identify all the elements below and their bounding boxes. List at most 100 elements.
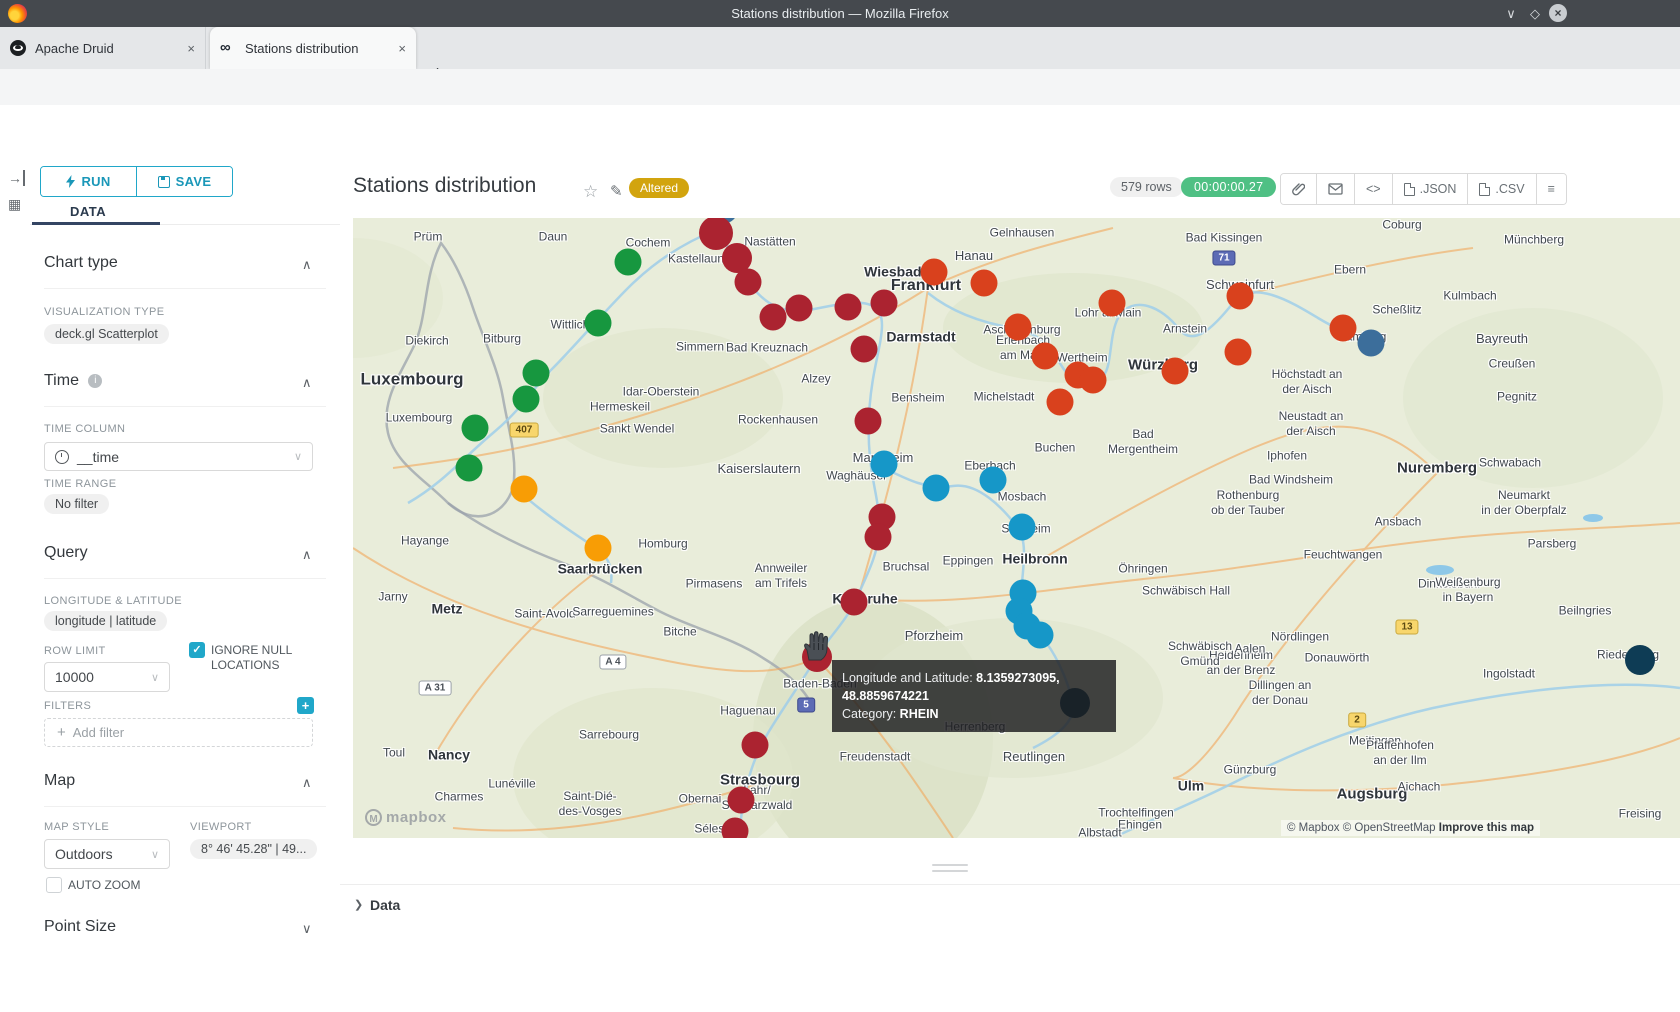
map-data-point[interactable] [923,475,950,502]
map-data-point[interactable] [855,408,882,435]
map-city-label: Saarbrücken [558,560,643,578]
row-limit-select[interactable]: 10000 ∨ [44,662,170,692]
map-data-point[interactable] [1032,343,1059,370]
window-restore-icon[interactable]: ◇ [1524,0,1546,27]
time-range-value[interactable]: No filter [44,494,109,514]
map-data-point[interactable] [1099,290,1126,317]
map-data-point[interactable] [980,467,1007,494]
map-data-point[interactable] [1330,315,1357,342]
map-data-point[interactable] [835,294,862,321]
add-filter-plus-button[interactable]: + [297,697,314,714]
email-button[interactable] [1316,174,1354,204]
ignore-null-checkbox[interactable]: ✓ [189,642,205,658]
map-data-point[interactable] [735,269,762,296]
map-data-point[interactable] [513,386,540,413]
map-data-point[interactable] [1225,339,1252,366]
tab-apache-druid[interactable]: Apache Druid × [0,27,206,69]
add-filter-box[interactable]: + Add filter [44,718,313,747]
tab-close-icon[interactable]: × [398,41,406,56]
window-close-icon[interactable]: × [1549,4,1567,22]
map-data-point[interactable] [1625,645,1655,675]
browser-urlbar: ← → ↻ 172.18.0.4:32251/superset/explore/… [0,69,1680,106]
map-data-point[interactable] [742,732,769,759]
embed-code-button[interactable]: <> [1354,174,1392,204]
control-panel: RUN SAVE DATA Chart type ∧ VISUALIZATION… [30,158,341,1012]
map-data-point[interactable] [1358,330,1385,357]
section-query[interactable]: Query [44,544,88,562]
map-data-point[interactable] [871,290,898,317]
chevron-down-icon[interactable]: ∨ [302,921,312,937]
lonlat-value[interactable]: longitude | latitude [44,611,167,631]
map-data-point[interactable] [851,336,878,363]
map-data-point[interactable] [462,415,489,442]
more-options-button[interactable]: ≡ [1536,174,1566,204]
row-limit-label: ROW LIMIT [44,645,106,657]
viz-type-value[interactable]: deck.gl Scatterplot [44,324,169,344]
copy-link-button[interactable] [1281,174,1316,204]
map-data-point[interactable] [511,476,538,503]
map-city-label: Toul [383,746,405,761]
panel-resize-handle[interactable] [932,864,968,876]
map-data-point[interactable] [728,787,755,814]
section-map[interactable]: Map [44,772,75,790]
dataset-grid-icon[interactable]: ▦ [8,196,21,213]
superset-favicon: ∞ [220,40,236,56]
save-button[interactable]: SAVE [136,167,232,196]
export-json-button[interactable]: .JSON [1392,174,1468,204]
map-city-label: Annweiler am Trifels [755,561,808,591]
map-data-point[interactable] [971,270,998,297]
edit-title-icon[interactable]: ✎ [610,182,623,200]
chevron-up-icon[interactable]: ∧ [302,375,312,391]
map-data-point[interactable] [865,524,892,551]
chevron-up-icon[interactable]: ∧ [302,775,312,791]
map-data-point[interactable] [871,451,898,478]
expand-panel-icon[interactable]: →​ [8,170,25,186]
tab-stations-distribution[interactable]: ∞ Stations distribution × [210,27,416,69]
map-data-point[interactable] [760,304,787,331]
map-city-label: Ebern [1334,263,1366,278]
data-results-panel[interactable]: ❯ Data [340,884,1680,925]
improve-map-link[interactable]: Improve this map [1439,822,1534,834]
favorite-star-icon[interactable]: ☆ [583,182,598,202]
map-data-point[interactable] [786,295,813,322]
map-city-label: Öhringen [1118,562,1167,577]
deckgl-map[interactable]: PrümDaunCochemKastellaunNastättenWiesbad… [353,218,1680,838]
chevron-up-icon[interactable]: ∧ [302,257,312,273]
map-data-point[interactable] [1005,314,1032,341]
map-city-label: Reutlingen [1003,749,1065,765]
info-icon: i [88,374,102,388]
map-city-label: Günzburg [1224,763,1277,778]
export-csv-button[interactable]: .CSV [1467,174,1535,204]
section-point-size[interactable]: Point Size [44,918,116,936]
map-data-point[interactable] [1227,283,1254,310]
map-data-point[interactable] [1162,358,1189,385]
map-data-point[interactable] [1047,389,1074,416]
map-data-point[interactable] [921,259,948,286]
mapbox-logo[interactable]: Mmapbox [365,809,447,826]
time-column-select[interactable]: __time ∨ [44,442,313,471]
tab-close-icon[interactable]: × [187,41,195,56]
map-data-point[interactable] [523,360,550,387]
map-data-point[interactable] [1027,622,1054,649]
tab-data[interactable]: DATA [70,204,106,219]
chart-area: Stations distribution ☆ ✎ Altered 579 ro… [340,158,1680,1012]
chevron-up-icon[interactable]: ∧ [302,547,312,563]
map-data-point[interactable] [585,535,612,562]
map-data-point[interactable] [1080,367,1107,394]
map-style-select[interactable]: Outdoors ∨ [44,839,170,869]
map-data-point[interactable] [585,310,612,337]
map-data-point[interactable] [456,455,483,482]
section-chart-type[interactable]: Chart type [44,254,118,272]
map-data-point[interactable] [722,818,749,839]
map-data-point[interactable] [615,249,642,276]
auto-zoom-checkbox[interactable] [46,877,62,893]
data-panel-label: Data [370,897,400,913]
window-menu-caret-icon[interactable]: ∨ [1500,0,1522,27]
section-time[interactable]: Time i [44,372,102,390]
map-data-point[interactable] [1009,514,1036,541]
map-data-point[interactable] [841,589,868,616]
run-button[interactable]: RUN [41,167,136,196]
chevron-right-icon[interactable]: ❯ [354,898,363,911]
lightning-icon [66,175,75,188]
viewport-value[interactable]: 8° 46' 45.28" | 49... [190,839,317,859]
